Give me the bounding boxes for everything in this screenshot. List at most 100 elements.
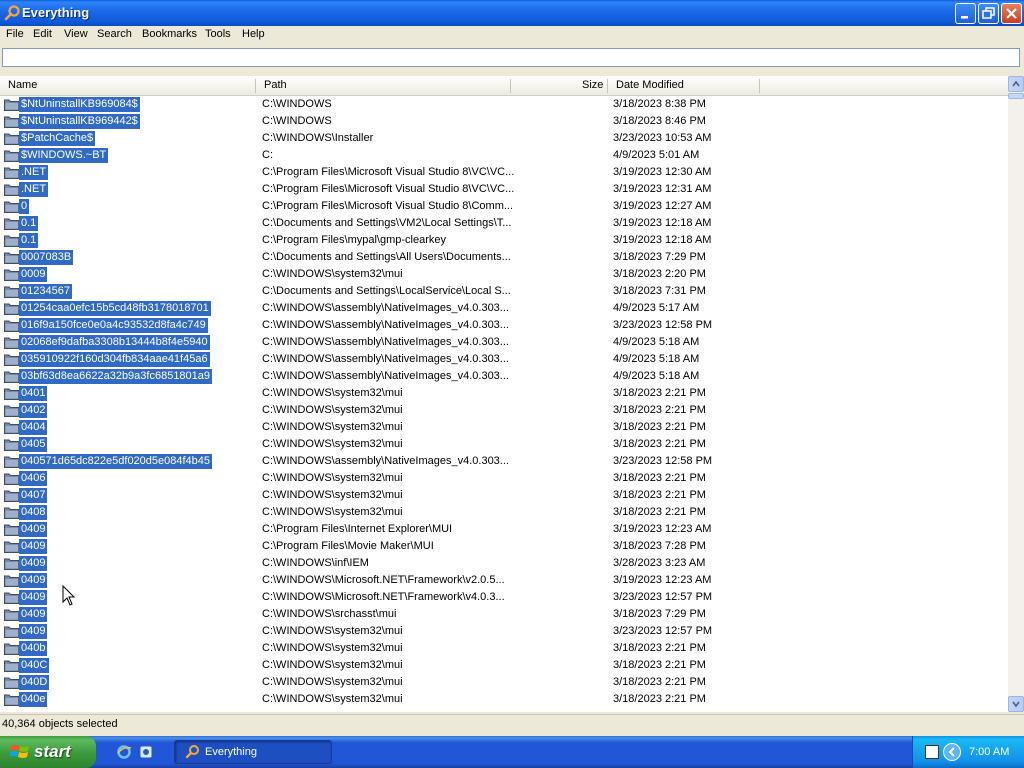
table-row[interactable]: 0.1 C:\Documents and Settings\VM2\Local S… [0,215,1008,232]
table-row[interactable]: 0409 C:\WINDOWS\inf\IEM 3/28/2023 3:23 AM [0,555,1008,572]
magnifier-app-icon [4,5,20,21]
column-size[interactable]: Size [582,79,603,91]
scroll-up-button[interactable] [1008,76,1024,92]
table-row[interactable]: .NET C:\Program Files\Microsoft Visual St… [0,164,1008,181]
restore-icon [982,7,995,19]
table-row[interactable]: $WINDOWS.~BT C: 4/9/2023 5:01 AM [0,147,1008,164]
path-cell: C:\WINDOWS\srchasst\mui [262,608,397,620]
path-cell: C:\Program Files\Internet Explorer\MUI [262,523,453,535]
date-modified-cell: 3/23/2023 12:57 PM [613,625,713,637]
table-row[interactable]: 0409 C:\WINDOWS\Microsoft.NET\Framework\v… [0,589,1008,606]
table-row[interactable]: 0009 C:\WINDOWS\system32\mui 3/18/2023 2:2… [0,266,1008,283]
minimize-button[interactable] [955,3,976,24]
name-cell: 040b [19,641,48,656]
table-row[interactable]: 03bf63d8ea6622a32b9a3fc6851801a9 C:\WINDO… [0,368,1008,385]
name-cell: 0409 [19,607,48,622]
table-row[interactable]: 0 C:\Program Files\Microsoft Visual Studi… [0,198,1008,215]
column-divider[interactable] [510,79,511,93]
help-icon[interactable] [925,745,939,759]
path-cell: C:\Program Files\Microsoft Visual Studio… [262,200,514,212]
table-row[interactable]: 016f9a150fce0e0a4c93532d8fa4c749 C:\WINDO… [0,317,1008,334]
menu-edit[interactable]: Edit [33,28,52,40]
close-button[interactable] [1001,3,1022,24]
table-row[interactable]: 0409 C:\Program Files\Internet Explorer\M… [0,521,1008,538]
date-modified-cell: 4/9/2023 5:01 AM [613,149,700,161]
task-everything[interactable]: Everything [174,740,332,764]
folder-icon [4,660,20,672]
table-row[interactable]: $NtUninstallKB969442$ C:\WINDOWS 3/18/2023… [0,113,1008,130]
table-row[interactable]: 0401 C:\WINDOWS\system32\mui 3/18/2023 2:2… [0,385,1008,402]
date-modified-cell: 3/18/2023 2:21 PM [613,387,706,399]
column-divider[interactable] [759,79,760,93]
table-row[interactable]: 040e C:\WINDOWS\system32\mui 3/18/2023 2:2… [0,691,1008,708]
folder-icon [4,439,20,451]
scroll-down-button[interactable] [1008,696,1024,712]
column-date-modified[interactable]: Date Modified [616,79,684,91]
name-cell: 0009 [19,267,48,282]
folder-icon [4,235,20,247]
show-hidden-icons-button[interactable] [943,743,961,761]
table-row[interactable]: 0408 C:\WINDOWS\system32\mui 3/18/2023 2:2… [0,504,1008,521]
folder-icon [4,303,20,315]
task-label: Everything [205,746,257,758]
path-cell: C:\WINDOWS\system32\mui [262,268,403,280]
table-row[interactable]: 040b C:\WINDOWS\system32\mui 3/18/2023 2:2… [0,640,1008,657]
vertical-scrollbar[interactable] [1008,76,1024,712]
menu-help[interactable]: Help [242,28,265,40]
table-row[interactable]: 0402 C:\WINDOWS\system32\mui 3/18/2023 2:2… [0,402,1008,419]
table-row[interactable]: 040D C:\WINDOWS\system32\mui 3/18/2023 2:2… [0,674,1008,691]
name-cell: 0407 [19,488,48,503]
column-name[interactable]: Name [8,79,37,91]
table-row[interactable]: 0.1 C:\Program Files\mypal\gmp-clearkey 3/… [0,232,1008,249]
table-row[interactable]: 01254caa0efc15b5cd48fb3178018701 C:\WINDO… [0,300,1008,317]
date-modified-cell: 3/19/2023 12:31 AM [613,183,712,195]
table-row[interactable]: 0409 C:\WINDOWS\Microsoft.NET\Framework\v… [0,572,1008,589]
column-path[interactable]: Path [264,79,287,91]
path-cell: C:\WINDOWS [262,98,332,110]
table-row[interactable]: 0405 C:\WINDOWS\system32\mui 3/18/2023 2:2… [0,436,1008,453]
restore-button[interactable] [978,3,999,24]
title-bar[interactable]: Everything [0,0,1024,26]
clock: 7:00 AM [969,746,1010,758]
table-row[interactable]: 0407 C:\WINDOWS\system32\mui 3/18/2023 2:2… [0,487,1008,504]
menu-bookmarks[interactable]: Bookmarks [142,28,197,40]
column-divider[interactable] [255,79,256,93]
column-header: Name Path Size Date Modified [0,76,1008,96]
folder-icon [4,575,20,587]
folder-icon [4,592,20,604]
menu-search[interactable]: Search [97,28,132,40]
table-row[interactable]: $NtUninstallKB969084$ C:\WINDOWS 3/18/2023… [0,96,1008,113]
path-cell: C:\WINDOWS\system32\mui [262,642,403,654]
results-list[interactable]: Name Path Size Date Modified $NtUninstal… [0,76,1024,712]
table-row[interactable]: 0409 C:\WINDOWS\system32\mui 3/23/2023 12:… [0,623,1008,640]
menu-tools[interactable]: Tools [205,28,231,40]
table-row[interactable]: $PatchCache$ C:\WINDOWS\Installer 3/23/202… [0,130,1008,147]
search-input[interactable] [2,48,1020,67]
table-row[interactable]: 01234567 C:\Documents and Settings\LocalS… [0,283,1008,300]
media-player-icon[interactable] [138,744,154,760]
name-cell: 0409 [19,590,48,605]
mouse-cursor-icon [62,585,76,606]
table-row[interactable]: 0409 C:\WINDOWS\srchasst\mui 3/18/2023 7:2… [0,606,1008,623]
internet-explorer-icon[interactable] [116,744,132,760]
table-row[interactable]: 040C C:\WINDOWS\system32\mui 3/18/2023 2:2… [0,657,1008,674]
path-cell: C:\WINDOWS\assembly\NativeImages_v4.0.30… [262,302,509,314]
column-divider[interactable] [607,79,608,93]
folder-icon [4,371,20,383]
scroll-thumb[interactable] [1008,93,1024,99]
table-row[interactable]: .NET C:\Program Files\Microsoft Visual St… [0,181,1008,198]
table-row[interactable]: 035910922f160d304fb834aae41f45a6 C:\WINDO… [0,351,1008,368]
table-row[interactable]: 0007083B C:\Documents and Settings\All Us… [0,249,1008,266]
table-row[interactable]: 0409 C:\Program Files\Movie Maker\MUI 3/18… [0,538,1008,555]
menu-file[interactable]: File [6,28,24,40]
date-modified-cell: 3/23/2023 12:57 PM [613,591,713,603]
date-modified-cell: 3/23/2023 10:53 AM [613,132,712,144]
table-row[interactable]: 040571d65dc822e5df020d5e084f4b45 C:\WINDO… [0,453,1008,470]
table-row[interactable]: 02068ef9dafba3308b13444b8f4e5940 C:\WINDO… [0,334,1008,351]
menu-view[interactable]: View [64,28,88,40]
name-cell: .NET [19,165,49,180]
start-button[interactable]: start [0,736,96,768]
table-row[interactable]: 0406 C:\WINDOWS\system32\mui 3/18/2023 2:2… [0,470,1008,487]
table-row[interactable]: 0404 C:\WINDOWS\system32\mui 3/18/2023 2:2… [0,419,1008,436]
name-cell: 040C [19,658,50,673]
